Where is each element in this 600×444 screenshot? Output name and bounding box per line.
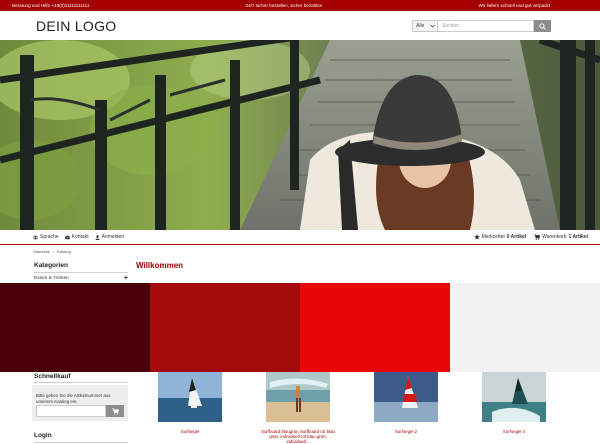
- categories-divider: [34, 272, 128, 273]
- login-heading: Login: [34, 432, 52, 439]
- site-header: DEIN LOGO Alle Suchen: [0, 11, 600, 40]
- breadcrumb-current: Katalog: [57, 249, 71, 254]
- topbar-shipping: Wir liefern schnell und gut verpackt: [478, 3, 551, 8]
- wishlist-count: 0 Artikel: [506, 234, 527, 240]
- search-input[interactable]: Suchen: [438, 20, 534, 32]
- cart-label: Warenkorb: [542, 234, 567, 240]
- navbar-divider: [0, 244, 600, 245]
- quickbuy-divider: [34, 382, 128, 383]
- nav-language[interactable]: Sprache: [33, 234, 59, 240]
- product-image[interactable]: [482, 372, 546, 422]
- swatch-2: [150, 283, 300, 372]
- breadcrumb: Startseite › Katalog: [33, 249, 71, 254]
- page-title: Willkommen: [136, 261, 184, 270]
- nav-wishlist[interactable]: Merkzettel 0 Artikel: [473, 234, 527, 240]
- topbar-secure: 24/7 sicher bestellen, sicher bezahlen: [245, 3, 323, 8]
- category-item[interactable]: Essen & Trinken +: [34, 275, 128, 282]
- category-item-label: Essen & Trinken: [34, 276, 69, 281]
- product-name[interactable]: Surfsegel 4: [476, 429, 552, 434]
- quickbuy-description: Bitte geben Sie die Artikelnummer aus un…: [36, 393, 111, 404]
- product-image[interactable]: [266, 372, 330, 422]
- expand-plus-icon[interactable]: +: [124, 275, 128, 282]
- topbar-hotline: Beratung und Hilfe +49(0)11111111111: [12, 3, 90, 8]
- chevron-down-icon: [430, 24, 435, 28]
- search-icon: [539, 22, 546, 30]
- service-links: Sprache Kontakt Anmelden: [33, 234, 124, 240]
- nav-login[interactable]: Anmelden: [94, 234, 125, 240]
- breadcrumb-home[interactable]: Startseite: [33, 249, 50, 254]
- product-card[interactable]: Surfsegel 4: [476, 372, 552, 434]
- nav-cart[interactable]: Warenkorb 1 Artikel: [534, 234, 588, 240]
- product-card[interactable]: Surfsegel 2: [368, 372, 444, 434]
- swatch-3: [300, 283, 450, 372]
- product-name[interactable]: Surfsegel 2: [368, 429, 444, 434]
- star-icon: [473, 234, 480, 240]
- product-card[interactable]: Surfboard blaugrün Surfboard rot blau gr…: [260, 372, 336, 444]
- cart-links: Merkzettel 0 Artikel Warenkorb 1 Artikel: [473, 234, 588, 240]
- product-image[interactable]: [374, 372, 438, 422]
- site-logo[interactable]: DEIN LOGO: [36, 18, 117, 34]
- search-category-value: Alle: [416, 23, 425, 29]
- nav-contact-label: Kontakt: [71, 234, 89, 240]
- nav-contact[interactable]: Kontakt: [64, 234, 89, 240]
- search-button[interactable]: [534, 20, 551, 32]
- wishlist-label: Merkzettel: [481, 234, 505, 240]
- search-category-select[interactable]: Alle: [412, 20, 438, 32]
- hero-banner-image: [0, 40, 600, 230]
- swatch-4: [450, 283, 600, 372]
- quickbuy-heading: Schnellkauf: [34, 373, 71, 380]
- product-image[interactable]: [158, 372, 222, 422]
- login-divider: [34, 442, 128, 443]
- phone-icon: [64, 235, 70, 239]
- product-card[interactable]: Surfsegel: [152, 372, 228, 434]
- hero-photo: [0, 40, 600, 230]
- color-swatch-band: [0, 283, 600, 372]
- search-placeholder: Suchen: [442, 23, 459, 29]
- product-name[interactable]: Surfboard blaugrün Surfboard rot blau gr…: [260, 429, 336, 444]
- article-number-input[interactable]: [36, 405, 106, 417]
- globe-icon: [33, 234, 38, 240]
- account-navbar: Sprache Kontakt Anmelden Merkzettel 0 Ar…: [0, 230, 600, 245]
- breadcrumb-separator: ›: [52, 249, 55, 254]
- quickbuy-cart-button[interactable]: [106, 405, 124, 417]
- user-icon: [94, 234, 100, 240]
- nav-login-label: Anmelden: [101, 234, 125, 240]
- cart-icon: [534, 234, 541, 240]
- top-info-bar: Beratung und Hilfe +49(0)11111111111 24/…: [0, 0, 600, 11]
- categories-heading: Kategorien: [34, 262, 68, 269]
- cart-count: 1 Artikel: [568, 234, 588, 240]
- swatch-1: [0, 283, 150, 372]
- cart-icon: [111, 407, 119, 415]
- search-form: Alle Suchen: [412, 20, 551, 32]
- nav-language-label: Sprache: [40, 234, 59, 240]
- product-name[interactable]: Surfsegel: [152, 429, 228, 434]
